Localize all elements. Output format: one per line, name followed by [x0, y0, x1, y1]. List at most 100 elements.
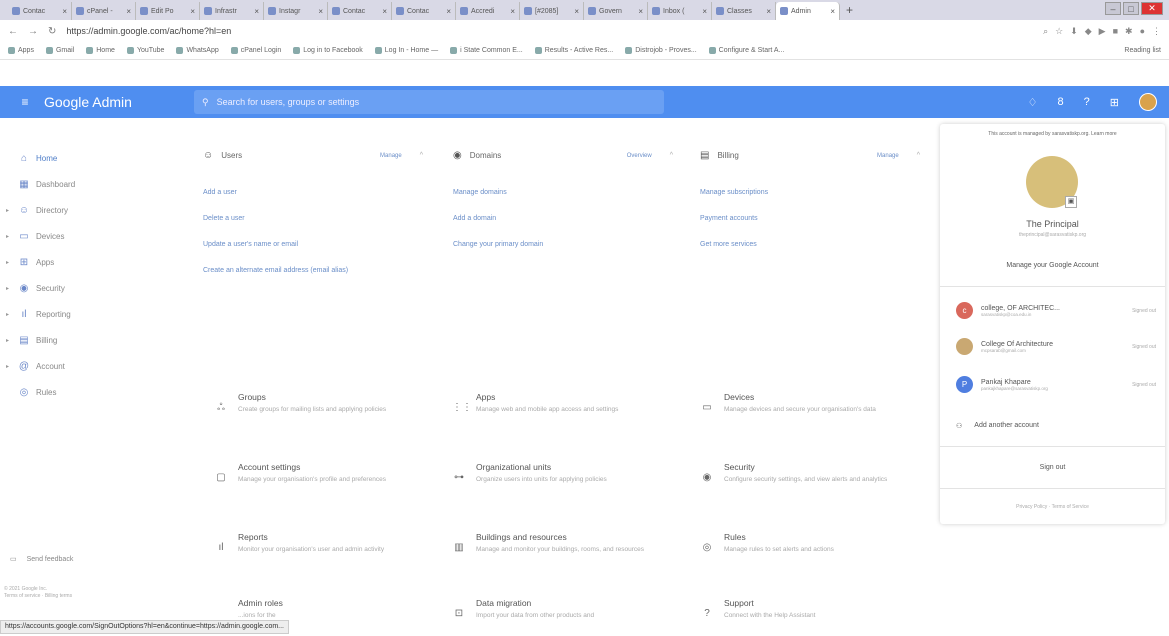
close-tab-icon[interactable]: × [702, 7, 707, 16]
sidebar-item-security[interactable]: ▸ ◉ Security [0, 275, 180, 301]
main-menu-icon[interactable]: ≡ [16, 95, 34, 109]
search-input[interactable]: ⚲ Search for users, groups or settings [194, 90, 664, 114]
tile-devices[interactable]: ▭ Devices Manage devices and secure your o… [700, 392, 930, 415]
hourglass-tasks-icon[interactable]: 8 [1058, 96, 1064, 108]
extension-icon[interactable]: ◆ [1085, 26, 1092, 37]
browser-tab[interactable]: Contac × [328, 2, 392, 20]
other-account-item[interactable]: College Of Architecture mcpsarab@gmail.co… [956, 338, 1156, 355]
camera-icon[interactable]: ▣ [1065, 196, 1077, 208]
tile-data-migration[interactable]: ⊡ Data migration Import your data from oth… [452, 598, 682, 621]
profile-avatar-icon[interactable]: ● [1140, 26, 1145, 37]
tile-support[interactable]: ? Support Connect with the Help Assistant [700, 598, 930, 621]
bookmark-item[interactable]: Home [86, 47, 115, 54]
browser-tab[interactable]: Instagr × [264, 2, 328, 20]
account-avatar[interactable] [1139, 93, 1157, 111]
expand-arrow-icon[interactable]: ▸ [6, 311, 12, 318]
card-link[interactable]: Manage domains [453, 179, 673, 205]
window-close-button[interactable]: ✕ [1141, 2, 1163, 15]
tile-security[interactable]: ◉ Security Configure security settings, an… [700, 462, 930, 485]
back-icon[interactable]: ← [8, 26, 18, 37]
browser-tab[interactable]: Edit Po × [136, 2, 200, 20]
apps-launcher-icon[interactable]: ⊞ [1110, 96, 1119, 109]
card-action-link[interactable]: Manage [877, 153, 899, 159]
bookmark-item[interactable]: Apps [8, 47, 34, 54]
expand-arrow-icon[interactable]: ▸ [6, 363, 12, 370]
card-link[interactable]: Add a domain [453, 205, 673, 231]
close-tab-icon[interactable]: × [190, 7, 195, 16]
sidebar-item-directory[interactable]: ▸ ☺ Directory [0, 197, 180, 223]
card-action-link[interactable]: Overview [627, 153, 652, 159]
bookmark-item[interactable]: Log In - Home — [374, 47, 438, 54]
bookmark-item[interactable]: Gmail [45, 47, 74, 54]
sign-out-button[interactable]: Sign out [940, 464, 1165, 471]
close-tab-icon[interactable]: × [382, 7, 387, 16]
expand-arrow-icon[interactable]: ▸ [6, 259, 12, 266]
browser-tab[interactable]: Accredi × [456, 2, 520, 20]
tile-admin-roles[interactable]: Admin roles ...ions for the [214, 598, 444, 621]
new-tab-button[interactable]: + [846, 3, 853, 17]
app-title[interactable]: Google Admin [44, 94, 184, 110]
sidebar-item-dashboard[interactable]: ▦ Dashboard [0, 171, 180, 197]
close-tab-icon[interactable]: × [62, 7, 67, 16]
forward-icon[interactable]: → [28, 26, 38, 37]
chevron-up-icon[interactable]: ^ [670, 152, 673, 159]
expand-arrow-icon[interactable]: ▸ [6, 233, 12, 240]
card-link[interactable]: Manage subscriptions [700, 179, 920, 205]
browser-menu-icon[interactable]: ⋮ [1152, 26, 1161, 37]
bookmark-item[interactable]: Results - Active Res... [534, 47, 613, 54]
browser-tab[interactable]: [#2085] × [520, 2, 584, 20]
add-another-account-button[interactable]: ⚇ Add another account [956, 422, 1039, 430]
send-feedback-link[interactable]: ▭ Send feedback [10, 555, 73, 564]
minimize-button[interactable]: – [1105, 2, 1121, 15]
browser-tab[interactable]: Infrastr × [200, 2, 264, 20]
close-tab-icon[interactable]: × [254, 7, 259, 16]
sidebar-item-home[interactable]: ⌂ Home [0, 145, 180, 171]
close-tab-icon[interactable]: × [126, 7, 131, 16]
tile-rules[interactable]: ◎ Rules Manage rules to set alerts and act… [700, 532, 930, 555]
maximize-button[interactable]: □ [1123, 2, 1139, 15]
url-field[interactable]: https://admin.google.com/ac/home?hl=en [66, 26, 1033, 36]
close-tab-icon[interactable]: × [830, 7, 835, 16]
bookmark-item[interactable]: i State Common E... [450, 47, 523, 54]
bookmark-item[interactable]: Log in to Facebook [293, 47, 363, 54]
tile-account-settings[interactable]: ▢ Account settings Manage your organisatio… [214, 462, 444, 485]
card-link[interactable]: Create an alternate email address (email… [203, 257, 423, 283]
notifications-bell-icon[interactable]: ♢ [1028, 96, 1038, 109]
close-tab-icon[interactable]: × [510, 7, 515, 16]
tile-reports[interactable]: ıl Reports Monitor your organisation's use… [214, 532, 444, 555]
tile-groups[interactable]: ஃ Groups Create groups for mailing lists a… [214, 392, 444, 415]
card-link[interactable]: Add a user [203, 179, 423, 205]
bookmark-item[interactable]: cPanel Login [230, 47, 281, 54]
puzzle-icon[interactable]: ✱ [1125, 26, 1133, 37]
bookmark-star-icon[interactable]: ☆ [1055, 26, 1063, 37]
reload-icon[interactable]: ↻ [48, 26, 56, 37]
close-tab-icon[interactable]: × [638, 7, 643, 16]
sidebar-item-devices[interactable]: ▸ ▭ Devices [0, 223, 180, 249]
expand-arrow-icon[interactable]: ▸ [6, 337, 12, 344]
bookmark-item[interactable]: YouTube [126, 47, 164, 54]
card-link[interactable]: Payment accounts [700, 205, 920, 231]
bookmark-item[interactable]: Distrojob - Proves... [625, 47, 697, 54]
sidebar-item-reporting[interactable]: ▸ ıl Reporting [0, 301, 180, 327]
expand-arrow-icon[interactable]: ▸ [6, 207, 12, 214]
browser-tab[interactable]: Contac × [392, 2, 456, 20]
browser-tab[interactable]: Admin × [776, 2, 840, 20]
privacy-terms-links[interactable]: Privacy Policy · Terms of Service [940, 504, 1165, 510]
card-link[interactable]: Delete a user [203, 205, 423, 231]
close-tab-icon[interactable]: × [574, 7, 579, 16]
sidebar-item-billing[interactable]: ▸ ▤ Billing [0, 327, 180, 353]
card-link[interactable]: Update a user's name or email [203, 231, 423, 257]
zoom-icon[interactable]: ⌕ [1043, 26, 1048, 37]
other-account-item[interactable]: c college, OF ARCHITEC... sarasvatiskp@coa… [956, 302, 1156, 319]
other-account-item[interactable]: P Pankaj Khapare pankajkhapare@sarasvatisk… [956, 376, 1156, 393]
close-tab-icon[interactable]: × [766, 7, 771, 16]
close-tab-icon[interactable]: × [446, 7, 451, 16]
close-tab-icon[interactable]: × [318, 7, 323, 16]
chevron-up-icon[interactable]: ^ [420, 152, 423, 159]
browser-tab[interactable]: Govern × [584, 2, 648, 20]
bookmark-item[interactable]: WhatsApp [176, 47, 219, 54]
bookmark-item[interactable]: Configure & Start A... [708, 47, 784, 54]
browser-tab[interactable]: Inbox (× [648, 2, 712, 20]
browser-tab[interactable]: Contac × [8, 2, 72, 20]
chevron-up-icon[interactable]: ^ [917, 152, 920, 159]
